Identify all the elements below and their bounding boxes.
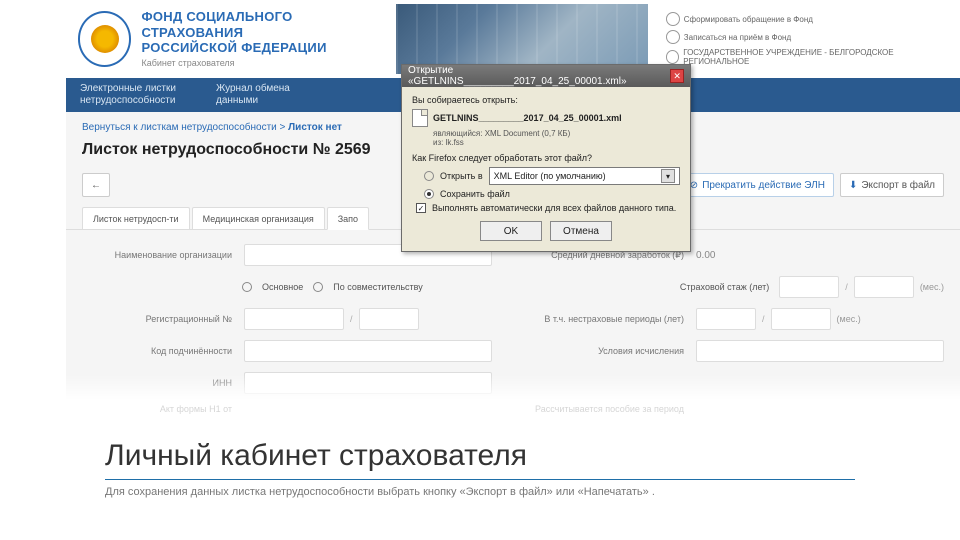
link-appointment[interactable]: Записаться на приём в Фонд <box>666 30 948 44</box>
label-kod: Код подчинённости <box>82 346 232 356</box>
label-nestrah: В т.ч. нестраховые периоды (лет) <box>504 314 684 324</box>
download-icon: ⬇ <box>849 180 857 191</box>
building-icon <box>666 50 679 64</box>
header-title-2: РОССИЙСКОЙ ФЕДЕРАЦИИ <box>141 40 385 56</box>
dialog-prompt: Вы собираетесь открыть: <box>412 95 680 105</box>
breadcrumb-back[interactable]: Вернуться к листкам нетрудоспособности <box>82 122 277 133</box>
input-usl[interactable] <box>696 340 944 362</box>
input-reg-1[interactable] <box>244 308 344 330</box>
export-button[interactable]: ⬇Экспорт в файл <box>840 173 944 197</box>
dialog-title: Открытие «GETLNINS_________2017_04_25_00… <box>408 65 670 87</box>
header-subtitle: Кабинет страхователя <box>141 58 385 69</box>
tab-eln[interactable]: Листок нетрудосп-ти <box>82 207 190 229</box>
dialog-type: являющийся: XML Document (0,7 КБ) <box>433 129 680 138</box>
ok-button[interactable]: OK <box>480 221 542 241</box>
input-stazh-months[interactable] <box>854 276 914 298</box>
file-open-dialog: Открытие «GETLNINS_________2017_04_25_00… <box>401 64 691 252</box>
slide-caption: Личный кабинет страхователя Для сохранен… <box>105 439 855 498</box>
slide-subtitle: Для сохранения данных листка нетрудоспос… <box>105 486 855 498</box>
value-daily: 0.00 <box>696 250 944 261</box>
file-icon <box>412 109 428 127</box>
arrow-left-icon: ← <box>91 180 101 191</box>
cancel-button[interactable]: Отмена <box>550 221 612 241</box>
browser-screenshot: ФОНД СОЦИАЛЬНОГО СТРАХОВАНИЯ РОССИЙСКОЙ … <box>66 0 960 400</box>
header-links: Сформировать обращение в Фонд Записаться… <box>658 12 948 66</box>
chevron-down-icon: ▾ <box>661 169 675 183</box>
radio-open-with[interactable] <box>424 171 434 181</box>
breadcrumb-current: Листок нет <box>288 122 342 133</box>
radio-main[interactable] <box>242 282 252 292</box>
dialog-from: из: lk.fss <box>433 138 680 147</box>
fss-logo <box>78 11 131 67</box>
input-kod[interactable] <box>244 340 492 362</box>
radio-sov[interactable] <box>313 282 323 292</box>
calendar-icon <box>666 30 680 44</box>
nav-eln[interactable]: Электронные листки нетрудоспособности <box>80 83 176 107</box>
nav-journal[interactable]: Журнал обмена данными <box>216 83 290 107</box>
label-period: Рассчитывается пособие за период <box>504 404 684 414</box>
close-icon[interactable]: ✕ <box>670 69 684 83</box>
slide-divider <box>105 479 855 480</box>
label-reg: Регистрационный № <box>82 314 232 324</box>
slide-title: Личный кабинет страхователя <box>105 439 855 473</box>
link-appeal[interactable]: Сформировать обращение в Фонд <box>666 12 948 26</box>
dialog-titlebar[interactable]: Открытие «GETLNINS_________2017_04_25_00… <box>402 65 690 87</box>
input-reg-2[interactable] <box>359 308 419 330</box>
link-institution[interactable]: ГОСУДАРСТВЕННОЕ УЧРЕЖДЕНИЕ - БЕЛГОРОДСКО… <box>666 48 948 66</box>
label-usl: Условия исчисления <box>504 346 684 356</box>
header-title-1: ФОНД СОЦИАЛЬНОГО СТРАХОВАНИЯ <box>141 9 385 40</box>
dialog-filename: GETLNINS_________2017_04_25_00001.xml <box>433 113 622 123</box>
checkbox-auto[interactable]: ✓ <box>416 203 426 213</box>
tab-med-org[interactable]: Медицинская организация <box>192 207 325 229</box>
dialog-question: Как Firefox следует обработать этот файл… <box>412 153 680 163</box>
radio-save-file[interactable] <box>424 189 434 199</box>
label-stazh: Страховой стаж (лет) <box>619 282 769 292</box>
input-nestrah-y[interactable] <box>696 308 756 330</box>
stop-icon: ⊘ <box>690 180 698 191</box>
app-select[interactable]: XML Editor (по умолчанию) ▾ <box>489 167 680 185</box>
pencil-icon <box>666 12 680 26</box>
input-stazh-years[interactable] <box>779 276 839 298</box>
label-akt: Акт формы Н1 от <box>82 404 232 414</box>
tab-fill[interactable]: Запо <box>327 207 369 230</box>
input-nestrah-m[interactable] <box>771 308 831 330</box>
stop-eln-button[interactable]: ⊘Прекратить действие ЭЛН <box>681 173 834 197</box>
back-button[interactable]: ← <box>82 173 110 197</box>
label-org: Наименование организации <box>82 250 232 260</box>
